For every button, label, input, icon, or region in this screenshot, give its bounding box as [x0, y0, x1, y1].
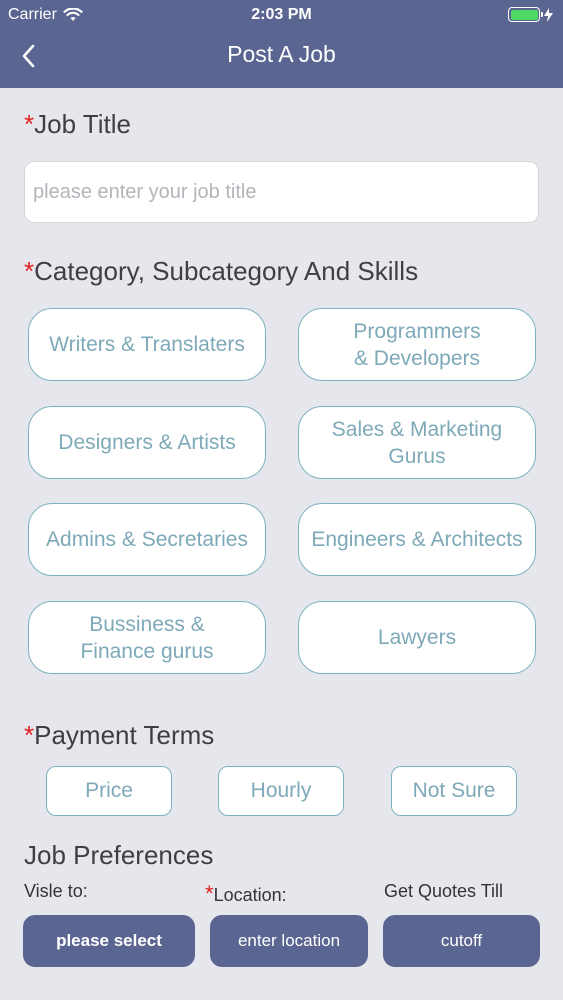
- category-admins-secretaries[interactable]: Admins & Secretaries: [28, 503, 266, 576]
- payment-terms-heading: *Payment Terms: [24, 720, 214, 751]
- category-label: Category, Subcategory And Skills: [34, 256, 419, 286]
- category-business-finance[interactable]: Bussiness & Finance gurus: [28, 601, 266, 674]
- required-marker: *: [24, 720, 35, 750]
- payment-option-hourly[interactable]: Hourly: [218, 766, 344, 816]
- required-marker: *: [24, 109, 35, 139]
- navigation-bar: Post A Job: [0, 30, 563, 88]
- location-label: Location:: [213, 885, 287, 905]
- visible-to-select-button[interactable]: please select: [23, 915, 195, 967]
- category-writers-translators[interactable]: Writers & Translaters: [28, 308, 266, 381]
- job-title-heading: *Job Title: [24, 109, 131, 140]
- payment-option-not-sure[interactable]: Not Sure: [391, 766, 517, 816]
- status-bar: Carrier 2:03 PM: [0, 0, 563, 30]
- category-sales-marketing[interactable]: Sales & Marketing Gurus: [298, 406, 536, 479]
- status-time: 2:03 PM: [251, 6, 312, 23]
- battery-indicator: [508, 7, 553, 22]
- job-preferences-heading: Job Preferences: [24, 840, 214, 870]
- cutoff-date-button[interactable]: cutoff: [383, 915, 540, 967]
- required-marker: *: [24, 256, 35, 286]
- payment-terms-label: Payment Terms: [34, 720, 215, 750]
- top-bar: Carrier 2:03 PM Post A Job: [0, 0, 563, 88]
- charging-bolt-icon: [544, 7, 553, 22]
- location-input-button[interactable]: enter location: [210, 915, 368, 967]
- category-programmers-developers[interactable]: Programmers & Developers: [298, 308, 536, 381]
- payment-option-price[interactable]: Price: [46, 766, 172, 816]
- category-engineers-architects[interactable]: Engineers & Architects: [298, 503, 536, 576]
- location-heading: *Location:: [205, 881, 287, 907]
- job-title-label: Job Title: [34, 109, 131, 139]
- page-title: Post A Job: [227, 41, 336, 67]
- required-marker: *: [205, 881, 214, 906]
- battery-icon: [508, 7, 543, 22]
- category-heading: *Category, Subcategory And Skills: [24, 256, 418, 287]
- job-title-input[interactable]: [24, 161, 539, 223]
- category-lawyers[interactable]: Lawyers: [298, 601, 536, 674]
- get-quotes-till-label: Get Quotes Till: [384, 881, 504, 901]
- visible-to-label: Visle to:: [24, 881, 88, 901]
- category-designers-artists[interactable]: Designers & Artists: [28, 406, 266, 479]
